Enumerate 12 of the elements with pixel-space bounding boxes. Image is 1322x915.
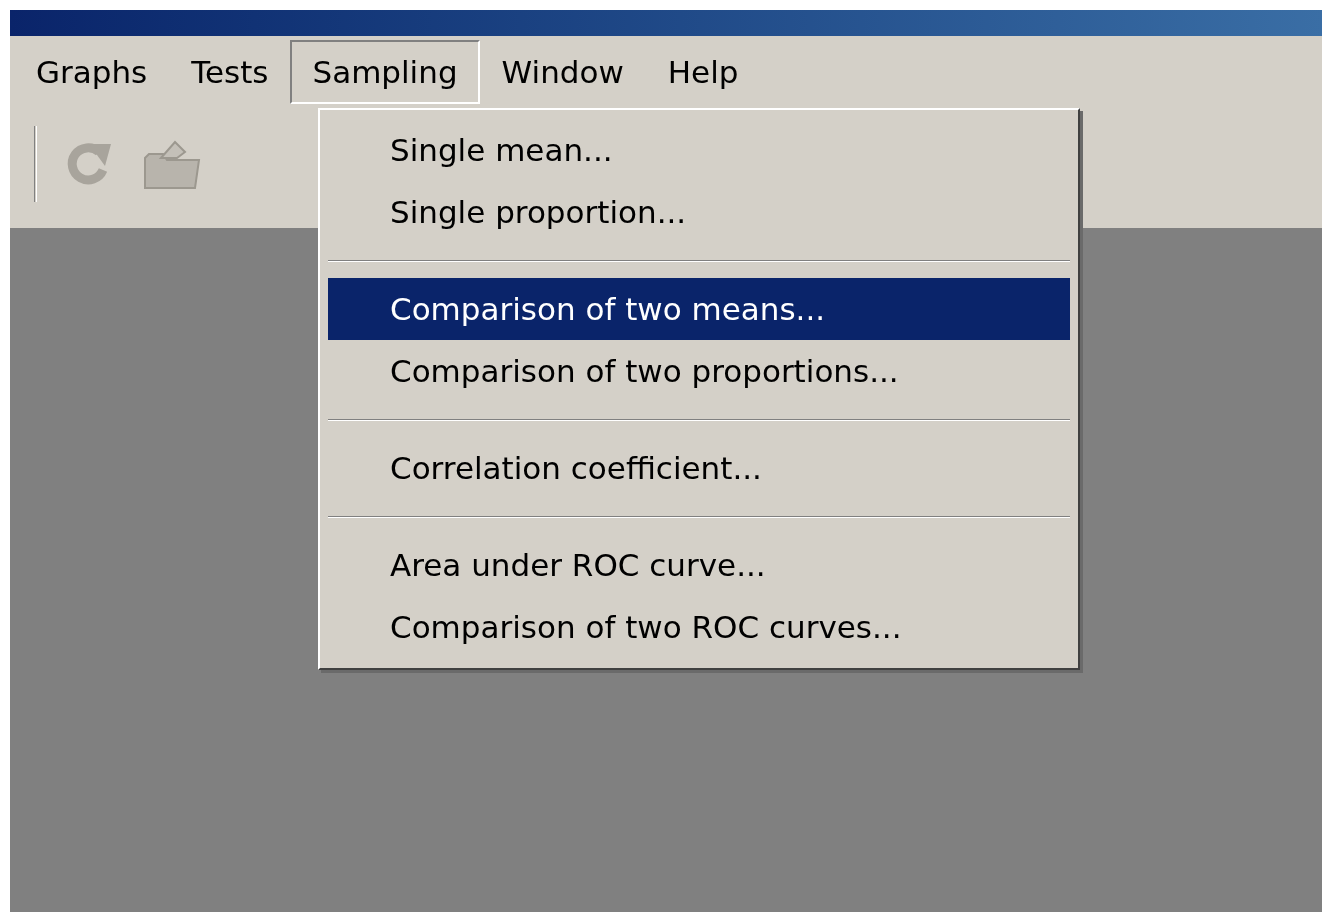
dropdown-item[interactable]: Comparison of two ROC curves...	[328, 596, 1070, 658]
dropdown-item[interactable]: Area under ROC curve...	[328, 534, 1070, 596]
menu-item[interactable]: Sampling	[290, 40, 480, 104]
menu-item[interactable]: Window	[479, 40, 646, 104]
dropdown-item[interactable]: Single proportion...	[328, 181, 1070, 243]
dropdown-item[interactable]: Single mean...	[328, 119, 1070, 181]
dropdown-item[interactable]: Comparison of two means...	[328, 278, 1070, 340]
menu-item[interactable]: Tests	[169, 40, 291, 104]
dropdown-item[interactable]: Correlation coefficient...	[328, 437, 1070, 499]
dropdown-item[interactable]: Comparison of two proportions...	[328, 340, 1070, 402]
menu-item[interactable]: Graphs	[14, 40, 170, 104]
menu-item[interactable]: Help	[645, 40, 761, 104]
